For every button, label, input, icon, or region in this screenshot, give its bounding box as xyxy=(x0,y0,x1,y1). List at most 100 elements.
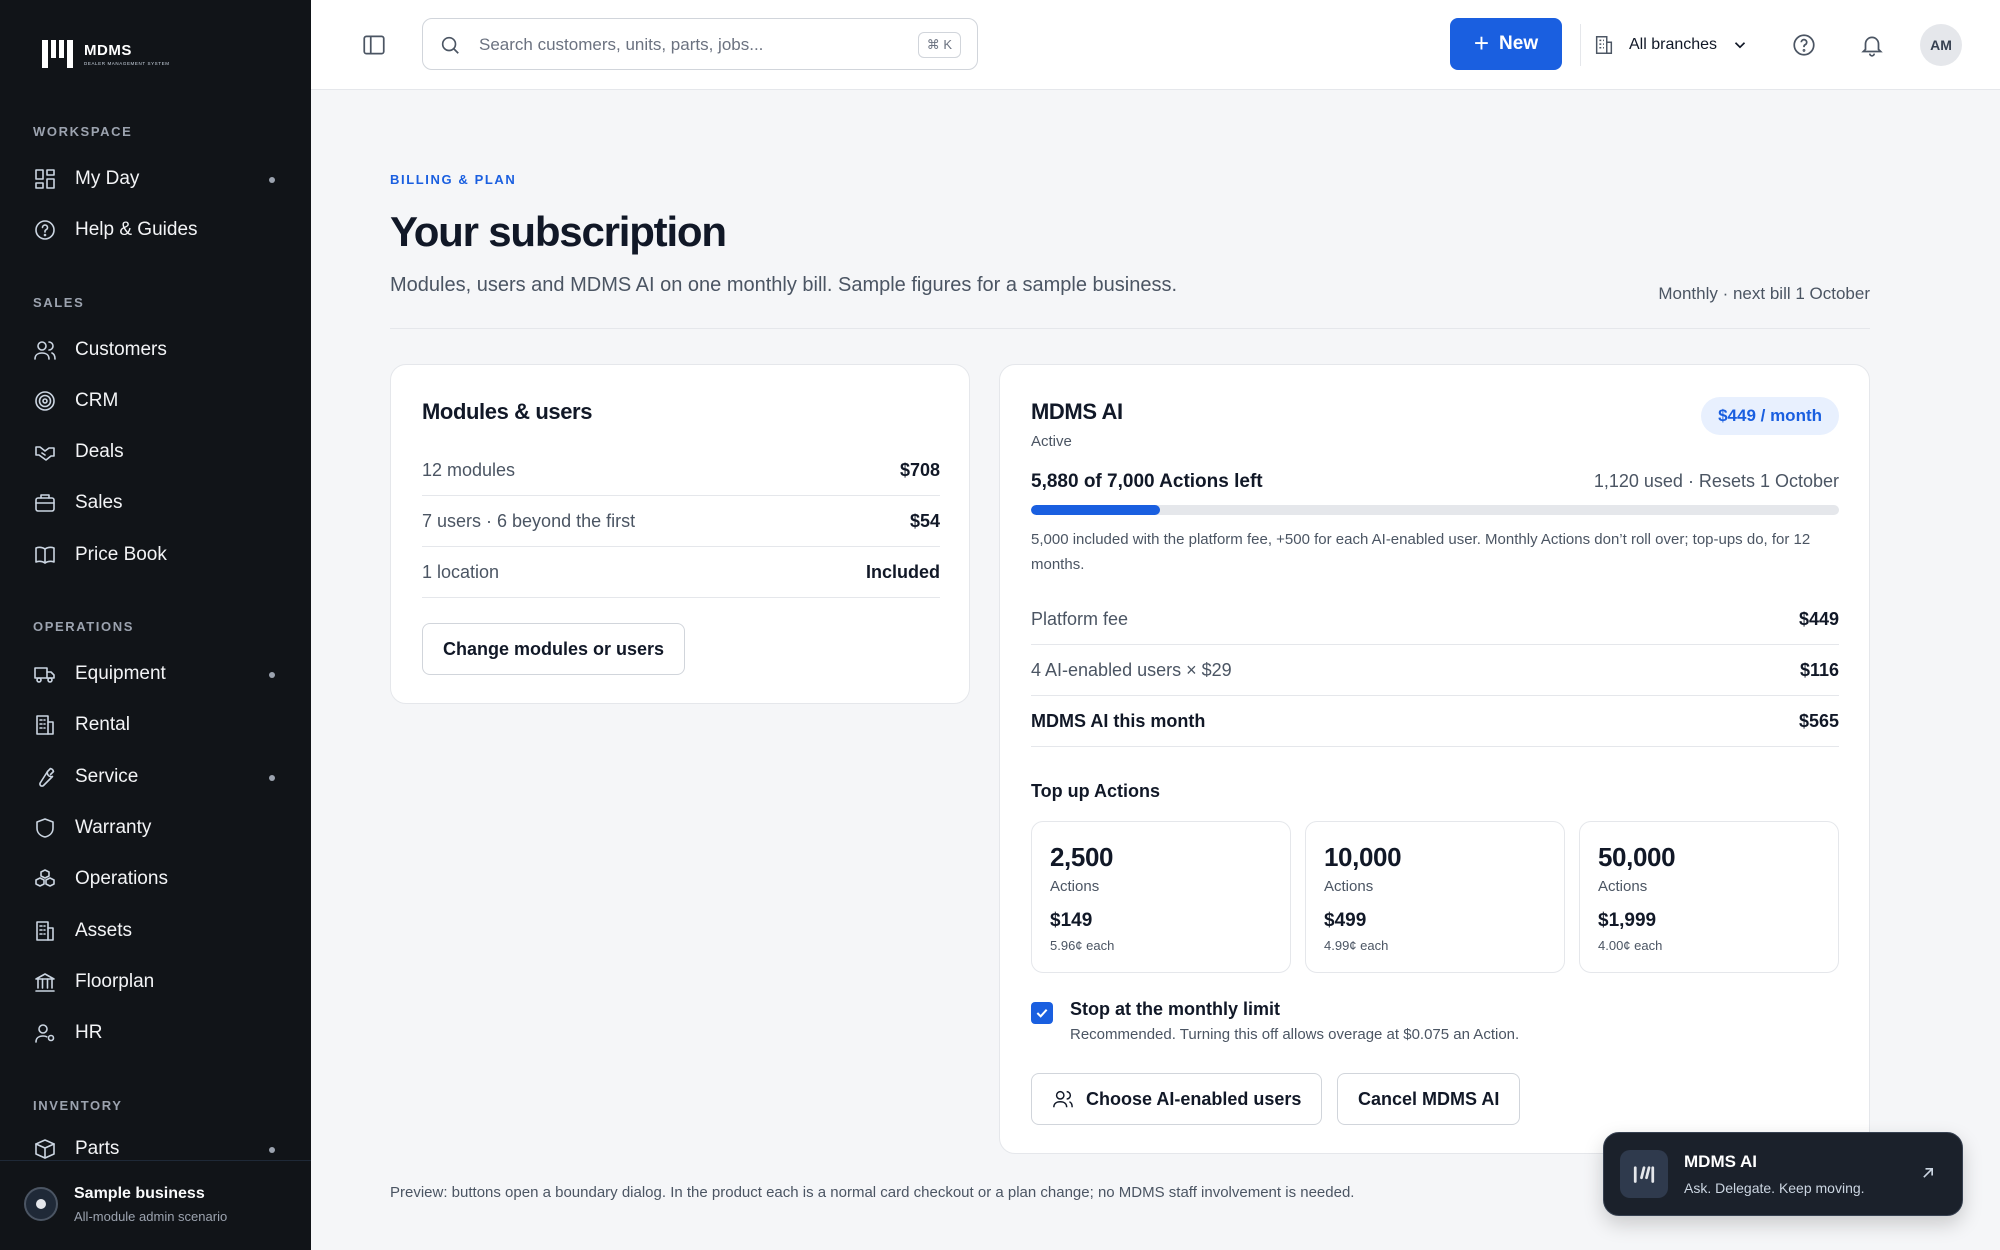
billing-cycle: Monthly · next bill 1 October xyxy=(1658,284,1870,303)
sidebar-item-label: Assets xyxy=(75,920,133,941)
users-icon xyxy=(34,341,56,360)
topup-pack-2500[interactable]: 2,500 Actions $149 5.96¢ each xyxy=(1031,821,1291,973)
topup-pack-50000[interactable]: 50,000 Actions $1,999 4.00¢ each xyxy=(1579,821,1839,973)
card-title: Modules & users xyxy=(422,399,593,424)
new-button[interactable]: + New xyxy=(1450,18,1562,70)
sidebar-item-floorplan[interactable]: Floorplan xyxy=(33,962,283,1002)
unread-dot xyxy=(269,1147,275,1153)
price-badge: $449 / month xyxy=(1701,397,1839,435)
sidebar-item-parts[interactable]: Parts xyxy=(33,1129,283,1160)
sidebar-item-assets[interactable]: Assets xyxy=(33,911,283,951)
sidebar-item-label: HR xyxy=(75,1022,103,1043)
bell-icon[interactable] xyxy=(1859,32,1885,58)
branch-label: All branches xyxy=(1629,36,1718,53)
wrench-icon xyxy=(39,767,55,787)
help-icon[interactable] xyxy=(1791,32,1817,58)
pack-unit: Actions xyxy=(1050,878,1100,895)
change-modules-button[interactable]: Change modules or users xyxy=(422,623,686,675)
business-switcher[interactable]: Sample business All-module admin scenari… xyxy=(0,1160,311,1250)
plus-icon: + xyxy=(1473,28,1490,58)
page-title: Your subscription xyxy=(390,208,727,255)
unread-dot xyxy=(269,672,275,678)
sidebar-item-label: Sales xyxy=(75,492,123,513)
row-value: $116 xyxy=(1799,659,1839,680)
pack-price: $1,999 xyxy=(1598,910,1657,931)
pack-amount: 10,000 xyxy=(1324,842,1402,872)
topup-pack-10000[interactable]: 10,000 Actions $499 4.99¢ each xyxy=(1305,821,1565,973)
truck-icon xyxy=(34,667,55,683)
search-placeholder: Search customers, units, parts, jobs... xyxy=(479,35,764,54)
sidebar-item-service[interactable]: Service xyxy=(33,757,283,797)
sidebar-item-label: Operations xyxy=(75,868,168,889)
top-bar: Search customers, units, parts, jobs... … xyxy=(311,0,2000,90)
grid-icon xyxy=(35,169,55,189)
brand-name: MDMS xyxy=(84,42,132,59)
page-eyebrow: BILLING & PLAN xyxy=(390,172,517,187)
pack-unit-price: 4.00¢ each xyxy=(1598,938,1663,953)
sidebar-item-equipment[interactable]: Equipment xyxy=(33,654,283,694)
business-name: Sample business xyxy=(74,1185,205,1202)
sidebar: MDMS DEALER MANAGEMENT SYSTEM WORKSPACE … xyxy=(0,0,311,1250)
check-icon xyxy=(1036,1008,1048,1018)
building-icon xyxy=(36,715,54,735)
row-value: $449 xyxy=(1798,608,1839,629)
row-label: MDMS AI this month xyxy=(1031,710,1206,731)
sidebar-item-warranty[interactable]: Warranty xyxy=(33,808,283,848)
monthly-limit-checkbox[interactable] xyxy=(1031,1002,1053,1024)
shield-icon xyxy=(36,818,54,838)
sidebar-item-customers[interactable]: Customers xyxy=(33,330,283,370)
pack-unit: Actions xyxy=(1598,878,1648,895)
card-title: MDMS AI xyxy=(1031,399,1123,424)
row-label: 4 AI-enabled users × $29 xyxy=(1031,659,1232,680)
sidebar-item-crm[interactable]: CRM xyxy=(33,381,283,421)
topup-heading: Top up Actions xyxy=(1031,781,1160,801)
choose-ai-users-button[interactable]: Choose AI-enabled users xyxy=(1031,1073,1323,1125)
sidebar-item-rental[interactable]: Rental xyxy=(33,705,283,745)
branch-selector[interactable]: All branches xyxy=(1593,30,1749,60)
sidebar-item-label: Price Book xyxy=(75,544,167,565)
row-value: $565 xyxy=(1798,710,1839,731)
toolbar-divider xyxy=(1580,24,1581,66)
sidebar-item-hr[interactable]: HR xyxy=(33,1013,283,1053)
bill-row: Platform fee $449 xyxy=(1031,594,1839,645)
sidebar-item-operations[interactable]: Operations xyxy=(33,859,283,899)
sidebar-item-label: Floorplan xyxy=(75,971,155,992)
mdms-ai-launcher[interactable]: MDMS AI Ask. Delegate. Keep moving. xyxy=(1603,1132,1963,1216)
sidebar-item-price-book[interactable]: Price Book xyxy=(33,535,283,575)
business-description: All-module admin scenario xyxy=(74,1209,228,1224)
arrow-up-right-icon xyxy=(1923,1168,1933,1178)
sidebar-item-deals[interactable]: Deals xyxy=(33,432,283,472)
sidebar-item-help-guides[interactable]: Help & Guides xyxy=(33,210,283,250)
unread-dot xyxy=(269,775,275,781)
modules-users-card: Modules & users 12 modules $708 7 users … xyxy=(390,364,970,704)
user-avatar[interactable]: AM xyxy=(1920,24,1962,66)
sidebar-item-sales[interactable]: Sales xyxy=(33,483,283,523)
sidebar-toggle-icon[interactable] xyxy=(361,32,387,58)
pack-price: $149 xyxy=(1050,910,1093,931)
nav-section-sales: SALES xyxy=(33,295,85,310)
sidebar-item-label: Help & Guides xyxy=(75,219,198,240)
sidebar-item-label: Deals xyxy=(75,441,124,462)
cancel-ai-button[interactable]: Cancel MDMS AI xyxy=(1337,1073,1521,1125)
pack-unit-price: 5.96¢ each xyxy=(1050,938,1115,953)
bill-row: 7 users · 6 beyond the first $54 xyxy=(422,496,940,547)
sidebar-item-my-day[interactable]: My Day xyxy=(33,159,283,199)
boxes-icon xyxy=(35,869,55,887)
book-icon xyxy=(35,546,55,564)
users-icon xyxy=(1053,1090,1073,1108)
brand-logo[interactable]: MDMS DEALER MANAGEMENT SYSTEM xyxy=(40,36,170,72)
sidebar-item-label: Warranty xyxy=(75,817,152,838)
user-cog-icon xyxy=(35,1024,55,1043)
bill-row: 12 modules $708 xyxy=(422,445,940,496)
row-value: $708 xyxy=(899,459,940,480)
search-field[interactable]: Search customers, units, parts, jobs... … xyxy=(422,18,978,70)
unread-dot xyxy=(269,177,275,183)
monthly-limit-label[interactable]: Stop at the monthly limit xyxy=(1070,999,1280,1020)
new-button-label: New xyxy=(1499,33,1539,54)
sidebar-scroll-area: Parts xyxy=(0,1128,311,1160)
button-label: Choose AI-enabled users xyxy=(1086,1088,1302,1109)
help-circle-icon xyxy=(35,220,55,240)
building-icon xyxy=(1595,36,1613,54)
bill-total-row: MDMS AI this month $565 xyxy=(1031,696,1839,747)
row-label: 1 location xyxy=(422,561,500,582)
